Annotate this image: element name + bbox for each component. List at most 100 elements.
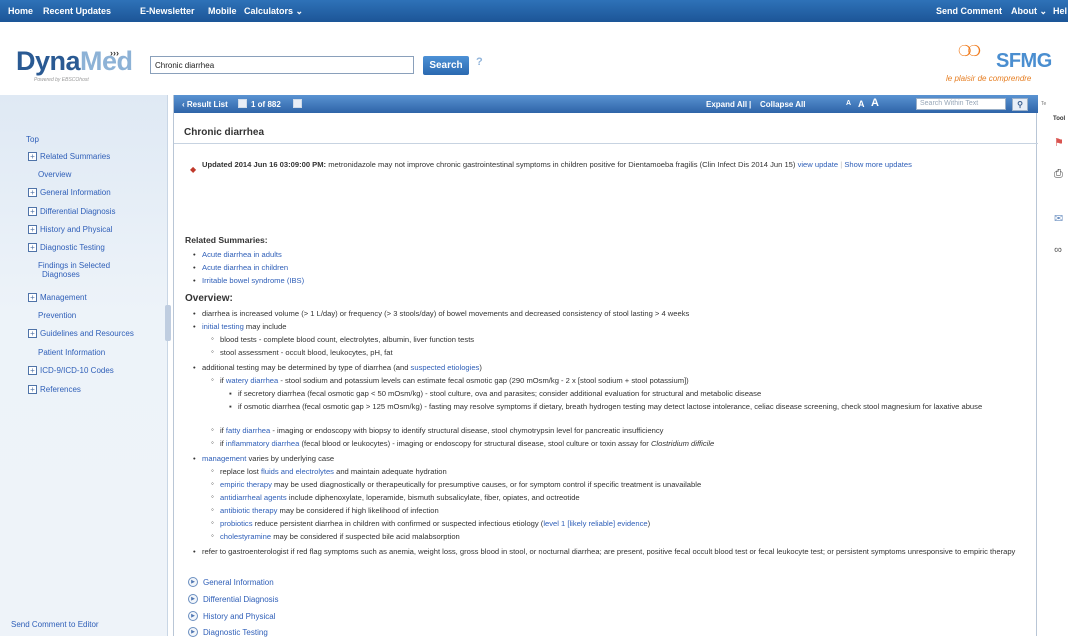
expand-arrow-icon[interactable]: ▶	[188, 577, 198, 587]
next-result-icon[interactable]	[293, 99, 302, 108]
left-nav-patient-information[interactable]: Patient Information	[38, 348, 105, 357]
expand-arrow-icon[interactable]: ▶	[188, 611, 198, 621]
expand-plus-icon[interactable]: +	[28, 366, 37, 375]
help-icon[interactable]: ?	[476, 56, 483, 68]
left-nav-references[interactable]: + References	[28, 385, 81, 394]
antibiotic-therapy-link[interactable]: antibiotic therapy	[220, 506, 277, 515]
overview-text: replace lost	[220, 467, 261, 476]
divider	[174, 143, 1038, 144]
font-size-large-button[interactable]: A	[871, 97, 879, 109]
expand-plus-icon[interactable]: +	[28, 293, 37, 302]
left-nav-management[interactable]: + Management	[28, 293, 87, 302]
overview-text: may be used diagnostically or therapeuti…	[271, 480, 702, 489]
suspected-etiologies-link[interactable]: suspected etiologies	[411, 363, 480, 372]
list-item: • Acute diarrhea in children	[193, 263, 288, 273]
fatty-diarrhea-link[interactable]: fatty diarrhea	[226, 426, 270, 435]
nav-about[interactable]: About ⌄	[1011, 6, 1047, 17]
print-icon[interactable]: ⎙	[1054, 168, 1063, 181]
expand-arrow-icon[interactable]: ▶	[188, 594, 198, 604]
left-nav-top-label: Top	[26, 135, 39, 144]
related-summaries-heading: Related Summaries:	[185, 235, 268, 245]
section-general-information[interactable]: ▶ General Information	[188, 577, 274, 587]
link-icon[interactable]: ∞	[1054, 244, 1062, 256]
management-link[interactable]: management	[202, 454, 246, 463]
main-content: ‹ Result List 1 of 882 Expand All | Coll…	[173, 95, 1038, 637]
overview-text: refer to gastroenterologist if red flag …	[202, 547, 1016, 556]
search-button[interactable]: Search	[423, 56, 469, 75]
section-differential-diagnosis[interactable]: ▶ Differential Diagnosis	[188, 594, 278, 604]
email-icon[interactable]: ✉	[1054, 212, 1063, 225]
expand-plus-icon[interactable]: +	[28, 385, 37, 394]
result-list-link[interactable]: ‹ Result List	[182, 100, 228, 109]
list-item: • management varies by underlying case	[193, 454, 334, 464]
left-nav-label: Findings in Selected	[38, 261, 111, 270]
collapse-all-button[interactable]: Collapse All	[760, 100, 806, 109]
chevron-down-icon: ⌄	[1039, 6, 1048, 16]
watery-diarrhea-link[interactable]: watery diarrhea	[226, 376, 278, 385]
initial-testing-link[interactable]: initial testing	[202, 322, 244, 331]
probiotics-link[interactable]: probiotics	[220, 519, 253, 528]
cholestyramine-link[interactable]: cholestyramine	[220, 532, 271, 541]
left-nav-prevention[interactable]: Prevention	[38, 311, 76, 320]
nav-mobile[interactable]: Mobile	[208, 6, 237, 16]
send-comment-to-editor-link[interactable]: Send Comment to Editor	[11, 620, 99, 629]
bullet-icon: •	[193, 276, 196, 285]
left-nav-icd-codes[interactable]: + ICD-9/ICD-10 Codes	[28, 366, 114, 375]
chevron-down-icon: ⌄	[295, 6, 304, 16]
expand-plus-icon[interactable]: +	[28, 243, 37, 252]
empiric-therapy-link[interactable]: empiric therapy	[220, 480, 272, 489]
left-nav-guidelines-and-resources[interactable]: + Guidelines and Resources	[28, 329, 134, 338]
left-nav-label: Overview	[38, 170, 72, 179]
toolbar-separator: |	[749, 100, 752, 109]
font-size-medium-button[interactable]: A	[858, 99, 865, 109]
font-size-small-button[interactable]: A	[846, 100, 851, 107]
related-link[interactable]: Irritable bowel syndrome (IBS)	[202, 276, 304, 285]
search-within-text-input[interactable]: Search Within Text	[916, 98, 1006, 110]
top-navigation-bar: Home Recent Updates E-Newsletter Mobile …	[0, 0, 1068, 22]
left-nav-findings-in-selected-diagnoses[interactable]: Findings in Selected Diagnoses	[38, 261, 110, 279]
nav-recent-updates[interactable]: Recent Updates	[43, 6, 111, 16]
expand-plus-icon[interactable]: +	[28, 188, 37, 197]
left-nav-top[interactable]: Top	[26, 135, 39, 144]
nav-enewsletter[interactable]: E-Newsletter	[140, 6, 195, 16]
left-nav-diagnostic-testing[interactable]: + Diagnostic Testing	[28, 243, 105, 252]
related-link[interactable]: Acute diarrhea in adults	[202, 250, 282, 259]
overview-text: (fecal blood or leukocytes) - imaging or…	[299, 439, 651, 448]
left-nav-related-summaries[interactable]: + Related Summaries	[28, 152, 110, 161]
left-nav-differential-diagnosis[interactable]: + Differential Diagnosis	[28, 207, 115, 216]
nav-help[interactable]: Hel	[1053, 6, 1067, 16]
antidiarrheal-agents-link[interactable]: antidiarrheal agents	[220, 493, 287, 502]
left-nav-overview[interactable]: Overview	[38, 170, 71, 179]
left-nav-general-information[interactable]: + General Information	[28, 188, 111, 197]
bullet-icon: •	[193, 250, 196, 259]
related-link[interactable]: Acute diarrhea in children	[202, 263, 288, 272]
update-bullet-icon: ◆	[190, 165, 197, 174]
sfmg-logo[interactable]: SFMG	[996, 50, 1052, 73]
previous-result-icon[interactable]	[238, 99, 247, 108]
search-icon[interactable]: ⚲	[1012, 98, 1028, 111]
list-item: • refer to gastroenterologist if red flag…	[193, 547, 1030, 557]
sfmg-owl-icon: ❍❍	[958, 43, 981, 60]
nav-home[interactable]: Home	[8, 6, 33, 16]
separator: |	[840, 160, 843, 169]
show-more-updates-link[interactable]: Show more updates	[844, 160, 912, 169]
nav-calculators-label: Calculators	[244, 6, 294, 16]
nav-calculators[interactable]: Calculators ⌄	[244, 6, 303, 17]
view-update-link[interactable]: view update	[798, 160, 839, 169]
evidence-level-link[interactable]: level 1 [likely reliable] evidence	[543, 519, 647, 528]
inflammatory-diarrhea-link[interactable]: inflammatory diarrhea	[226, 439, 299, 448]
nav-send-comment[interactable]: Send Comment	[936, 6, 1002, 16]
alert-bell-icon[interactable]: ⚑	[1054, 136, 1064, 149]
expand-plus-icon[interactable]: +	[28, 207, 37, 216]
expand-all-button[interactable]: Expand All	[706, 100, 747, 109]
section-history-and-physical[interactable]: ▶ History and Physical	[188, 611, 275, 621]
panel-collapse-handle[interactable]	[165, 305, 171, 341]
expand-plus-icon[interactable]: +	[28, 225, 37, 234]
expand-plus-icon[interactable]: +	[28, 152, 37, 161]
search-input[interactable]	[150, 56, 414, 74]
page-title: Chronic diarrhea	[184, 127, 265, 138]
fluids-electrolytes-link[interactable]: fluids and electrolytes	[261, 467, 334, 476]
overview-text: )	[647, 519, 651, 528]
left-nav-history-and-physical[interactable]: + History and Physical	[28, 225, 112, 234]
expand-plus-icon[interactable]: +	[28, 329, 37, 338]
